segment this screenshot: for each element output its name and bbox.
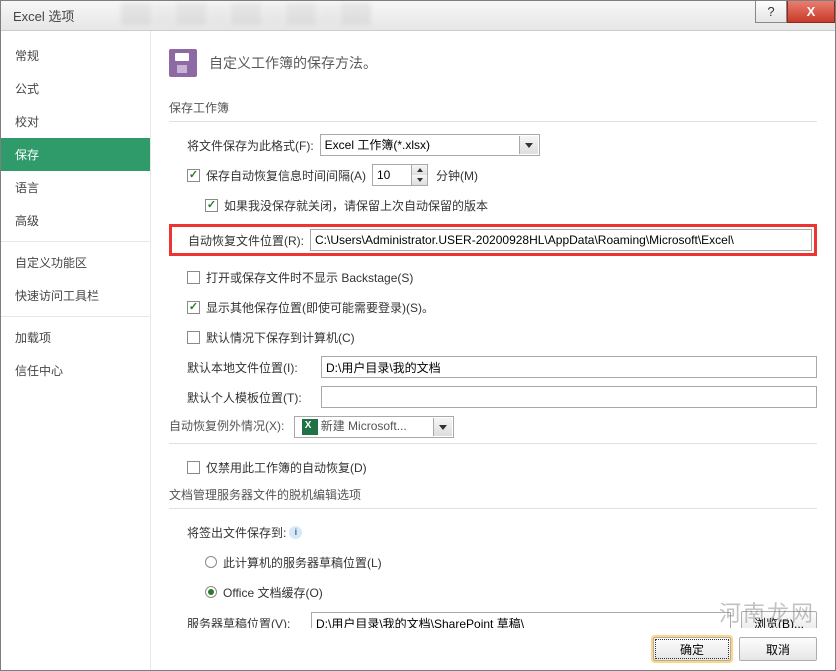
nav-item-proofing[interactable]: 校对 [1,105,150,138]
nav-item-save[interactable]: 保存 [1,138,150,171]
info-icon[interactable]: i [289,526,302,539]
window-title: Excel 选项 [13,6,74,25]
save-to-pc-checkbox[interactable] [187,331,200,344]
keep-last-label: 如果我没保存就关闭，请保留上次自动保留的版本 [224,197,488,214]
office-cache-label: Office 文档缓存(O) [223,584,323,601]
nav-item-advanced[interactable]: 高级 [1,204,150,237]
format-dropdown[interactable]: Excel 工作簿(*.xlsx) [320,134,540,156]
nav-item-addins[interactable]: 加载项 [1,321,150,354]
recover-path-label: 自动恢复文件位置(R): [174,232,304,249]
checkout-label: 将签出文件保存到: [187,524,286,541]
nav-sidebar: 常规 公式 校对 保存 语言 高级 自定义功能区 快速访问工具栏 加载项 信任中… [1,31,151,670]
exceptions-workbook-dropdown[interactable] [294,416,454,438]
section-save-workbook: 保存工作簿 [169,99,817,122]
local-path-input[interactable] [321,356,817,378]
options-dialog: Excel 选项 ? X 常规 公式 校对 保存 语言 高级 自定义功能区 快速… [0,0,836,671]
keep-last-checkbox[interactable] [205,199,218,212]
minutes-label: 分钟(M) [436,167,478,184]
page-heading: 自定义工作簿的保存方法。 [209,53,377,73]
local-path-label: 默认本地文件位置(I): [187,359,315,376]
ok-button[interactable]: 确定 [653,637,731,661]
nav-item-language[interactable]: 语言 [1,171,150,204]
nav-separator [1,316,150,317]
help-button[interactable]: ? [755,1,787,23]
nav-item-quick-access[interactable]: 快速访问工具栏 [1,279,150,312]
server-drafts-label: 此计算机的服务器草稿位置(L) [223,554,382,571]
no-backstage-checkbox[interactable] [187,271,200,284]
dialog-footer: 确定 取消 [151,628,835,670]
nav-item-customize-ribbon[interactable]: 自定义功能区 [1,246,150,279]
exceptions-workbook-select[interactable] [294,416,454,438]
disable-autorecover-checkbox[interactable] [187,461,200,474]
format-select[interactable]: Excel 工作簿(*.xlsx) [320,134,540,156]
nav-item-formulas[interactable]: 公式 [1,72,150,105]
close-button[interactable]: X [787,1,835,23]
server-drafts-radio[interactable] [205,556,217,568]
template-path-input[interactable] [321,386,817,408]
save-icon [169,49,197,77]
content-pane: 自定义工作簿的保存方法。 保存工作簿 将文件保存为此格式(F): Excel 工… [151,31,835,670]
save-to-pc-label: 默认情况下保存到计算机(C) [206,329,355,346]
cancel-button[interactable]: 取消 [739,637,817,661]
show-other-label: 显示其他保存位置(即使可能需要登录)(S)。 [206,299,434,316]
autorecover-checkbox[interactable] [187,169,200,182]
recover-path-input[interactable] [310,229,812,251]
nav-separator [1,241,150,242]
titlebar: Excel 选项 ? X [1,1,835,31]
office-cache-radio[interactable] [205,586,217,598]
nav-item-general[interactable]: 常规 [1,39,150,72]
autorecover-label: 保存自动恢复信息时间间隔(A) [206,167,366,184]
disable-autorecover-label: 仅禁用此工作簿的自动恢复(D) [206,459,367,476]
section-offline: 文档管理服务器文件的脱机编辑选项 [169,486,817,509]
show-other-checkbox[interactable] [187,301,200,314]
format-label: 将文件保存为此格式(F): [187,137,314,154]
titlebar-smudge [121,3,371,25]
nav-item-trust-center[interactable]: 信任中心 [1,354,150,387]
template-path-label: 默认个人模板位置(T): [187,389,315,406]
highlighted-box: 自动恢复文件位置(R): [169,224,817,256]
spinner-buttons[interactable] [411,165,427,185]
no-backstage-label: 打开或保存文件时不显示 Backstage(S) [206,269,413,286]
section-exceptions: 自动恢复例外情况(X): 新建 Microsoft... [169,416,817,444]
